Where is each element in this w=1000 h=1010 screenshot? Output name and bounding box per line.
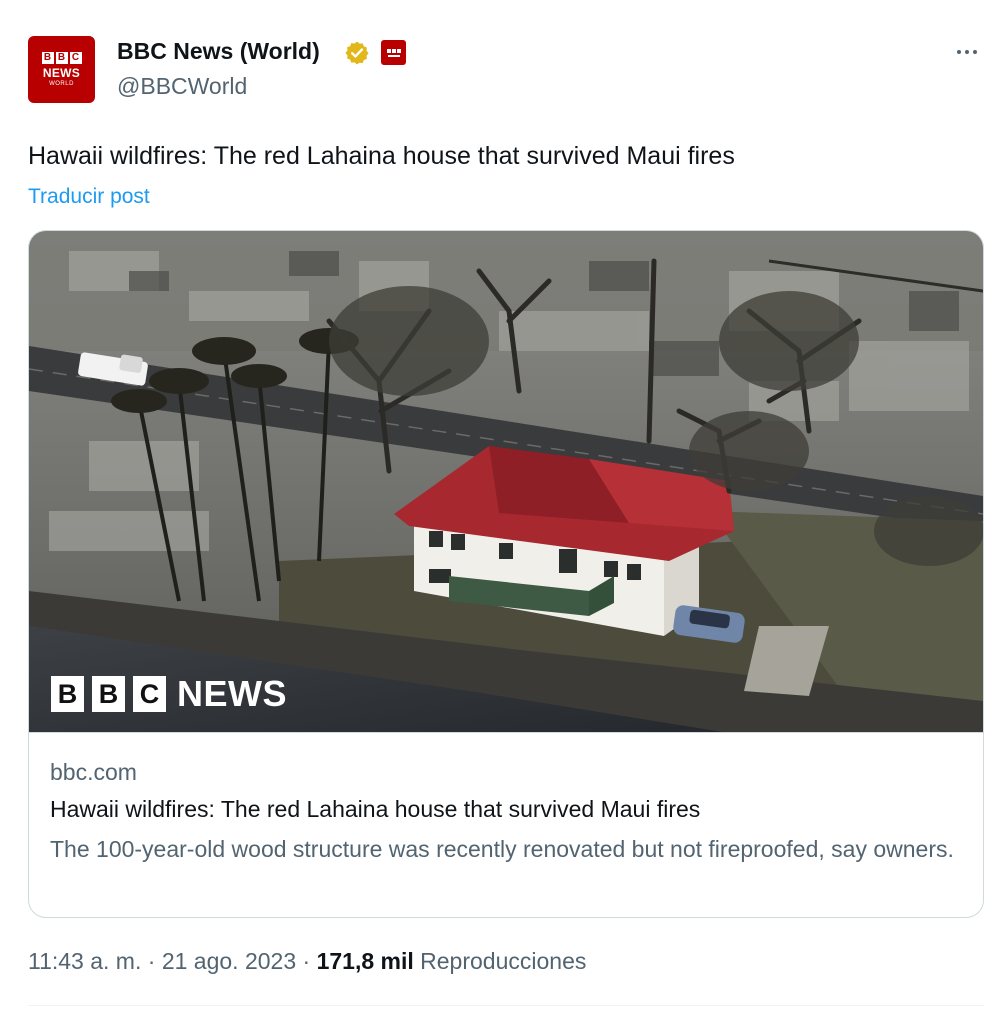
aerial-photo bbox=[29, 231, 983, 732]
handle[interactable]: @BBCWorld bbox=[117, 73, 247, 100]
views-label: Reproducciones bbox=[420, 948, 587, 974]
bbc-logo-block: B bbox=[92, 676, 125, 712]
avatar-world-text: WORLD bbox=[49, 81, 74, 87]
avatar-block: B bbox=[41, 52, 54, 64]
display-name[interactable]: BBC News (World) bbox=[117, 38, 320, 65]
link-card[interactable]: B B C NEWS bbc.com Hawaii wildfires: The… bbox=[28, 230, 984, 918]
avatar-logo-blocks: B B C bbox=[41, 52, 82, 64]
avatar-block: B bbox=[55, 52, 68, 64]
affiliate-badge-icon[interactable] bbox=[381, 40, 406, 65]
bbc-logo-block: C bbox=[133, 676, 166, 712]
card-image[interactable]: B B C NEWS bbox=[29, 231, 983, 733]
card-description: The 100-year-old wood structure was rece… bbox=[50, 836, 954, 862]
meta-separator: · bbox=[302, 948, 311, 974]
verified-gold-icon[interactable] bbox=[344, 40, 370, 66]
bbc-logo-block: B bbox=[51, 676, 84, 712]
more-options-icon[interactable] bbox=[950, 38, 984, 66]
tweet-time[interactable]: 11:43 a. m. bbox=[28, 948, 141, 974]
tweet-date[interactable]: 21 ago. 2023 bbox=[162, 948, 296, 974]
view-count[interactable]: 171,8 mil bbox=[317, 948, 414, 974]
bbc-logo-news: NEWS bbox=[177, 673, 287, 714]
divider bbox=[28, 1005, 984, 1006]
tweet-meta: 11:43 a. m. · 21 ago. 2023 · 171,8 mil R… bbox=[28, 948, 586, 975]
translate-post-link[interactable]: Traducir post bbox=[28, 185, 150, 209]
card-title: Hawaii wildfires: The red Lahaina house … bbox=[50, 796, 701, 822]
avatar-news-text: NEWS bbox=[42, 66, 81, 80]
card-domain: bbc.com bbox=[50, 759, 137, 785]
avatar-block: C bbox=[69, 52, 82, 64]
avatar[interactable]: B B C NEWS WORLD bbox=[28, 36, 95, 103]
meta-separator: · bbox=[147, 948, 156, 974]
tweet: B B C NEWS WORLD BBC News (World) @BBCWo… bbox=[0, 0, 1000, 1010]
bbc-news-logo: B B C NEWS bbox=[51, 673, 287, 715]
tweet-text: Hawaii wildfires: The red Lahaina house … bbox=[28, 142, 735, 170]
